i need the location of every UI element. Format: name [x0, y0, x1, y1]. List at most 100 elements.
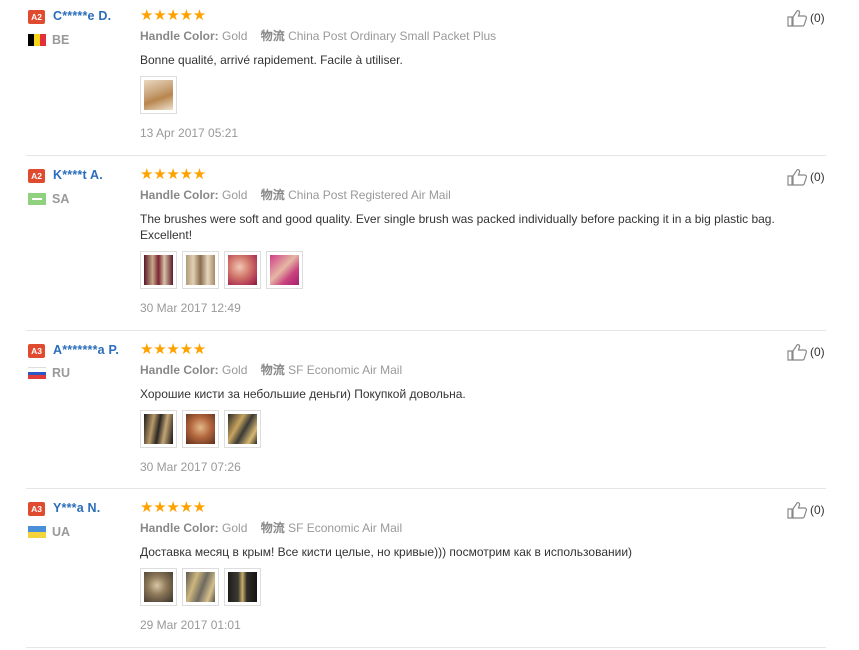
shipping-method: China Post Ordinary Small Packet Plus [288, 29, 497, 43]
review-photo-thumbnail[interactable] [266, 251, 303, 289]
shipping-label: 物流 [260, 363, 285, 377]
review-photos [140, 76, 820, 114]
handle-color-label: Handle Color: [140, 29, 219, 43]
star-icon: ★ [179, 166, 194, 183]
reviewer-info: A3 Y***a N. UA [28, 501, 138, 539]
divider [26, 155, 826, 156]
review-photo-thumbnail[interactable] [140, 568, 177, 606]
star-icon: ★ [179, 7, 194, 24]
star-icon: ★ [153, 166, 167, 183]
country-code: SA [52, 192, 70, 206]
flag-ru-icon [28, 367, 46, 379]
star-icon: ★ [153, 341, 167, 358]
review-photo-thumbnail[interactable] [140, 410, 177, 448]
star-icon: ★ [140, 166, 154, 183]
helpful-button[interactable]: (0) [787, 343, 825, 361]
review-text: Доставка месяц в крым! Все кисти целые, … [140, 545, 633, 559]
star-icon: ★ [140, 7, 154, 24]
star-rating: ★ ★ ★ ★ ★ [140, 499, 820, 516]
helpful-button[interactable]: (0) [787, 168, 825, 186]
level-badge: A2 [28, 169, 45, 183]
star-icon: ★ [192, 7, 207, 24]
reviewer-name[interactable]: K****t A. [53, 168, 103, 183]
review-photo-thumbnail[interactable] [224, 251, 261, 289]
helpful-count: (0) [810, 11, 825, 25]
level-badge: A2 [28, 10, 45, 24]
review-photo-thumbnail[interactable] [140, 76, 177, 114]
star-rating: ★ ★ ★ ★ ★ [140, 166, 820, 183]
shipping-method: SF Economic Air Mail [288, 521, 403, 535]
shipping-label: 物流 [260, 521, 285, 535]
star-icon: ★ [192, 341, 207, 358]
review-date: 30 Mar 2017 07:26 [140, 460, 241, 474]
star-icon: ★ [192, 166, 207, 183]
shipping-method: China Post Registered Air Mail [288, 188, 451, 202]
divider [26, 647, 826, 648]
star-icon: ★ [166, 166, 180, 183]
review-date: 29 Mar 2017 01:01 [140, 618, 241, 632]
review-photo-thumbnail[interactable] [224, 410, 261, 448]
thumbs-up-icon [787, 10, 807, 27]
star-icon: ★ [192, 499, 207, 516]
flag-sa-icon [28, 193, 46, 205]
flag-be-icon [28, 34, 46, 46]
flag-ua-icon [28, 526, 46, 538]
level-badge: A3 [28, 502, 45, 516]
star-icon: ★ [179, 499, 194, 516]
handle-color-label: Handle Color: [140, 363, 219, 377]
review-photo-thumbnail[interactable] [182, 568, 219, 606]
star-rating: ★ ★ ★ ★ ★ [140, 7, 820, 24]
order-info: Handle Color: Gold 物流 SF Economic Air Ma… [140, 363, 820, 378]
thumbs-up-icon [787, 344, 807, 361]
country-code: UA [52, 525, 71, 539]
handle-color-label: Handle Color: [140, 521, 219, 535]
shipping-method: SF Economic Air Mail [288, 363, 403, 377]
order-info: Handle Color: Gold 物流 China Post Registe… [140, 188, 820, 203]
helpful-button[interactable]: (0) [787, 501, 825, 519]
review-photo-thumbnail[interactable] [224, 568, 261, 606]
star-icon: ★ [140, 499, 154, 516]
star-icon: ★ [166, 499, 180, 516]
reviewer-name[interactable]: Y***a N. [53, 501, 100, 516]
star-rating: ★ ★ ★ ★ ★ [140, 341, 820, 358]
reviewer-name[interactable]: A*******a P. [28, 343, 126, 358]
reviewer-name[interactable]: C*****e D. [53, 9, 111, 24]
handle-color-value: Gold [222, 363, 248, 377]
handle-color-value: Gold [222, 29, 248, 43]
thumbs-up-icon [787, 169, 807, 186]
helpful-button[interactable]: (0) [787, 9, 825, 27]
star-icon: ★ [153, 7, 167, 24]
divider [26, 330, 826, 331]
reviewer-info: A3 A*******a P. RU [28, 343, 138, 380]
star-icon: ★ [153, 499, 167, 516]
star-icon: ★ [179, 341, 194, 358]
star-icon: ★ [166, 341, 180, 358]
reviewer-info: A2 C*****e D. BE [28, 9, 138, 47]
order-info: Handle Color: Gold 物流 SF Economic Air Ma… [140, 521, 820, 536]
country-code: RU [52, 366, 71, 380]
review-photo-thumbnail[interactable] [182, 251, 219, 289]
review-photos [140, 568, 820, 606]
review-content: ★ ★ ★ ★ ★ Handle Color: Gold 物流 China Post R… [140, 166, 820, 316]
review-photo-thumbnail[interactable] [182, 410, 219, 448]
reviewer-info: A2 K****t A. SA [28, 168, 138, 206]
helpful-count: (0) [810, 345, 825, 359]
country-code: BE [52, 33, 70, 47]
review-content: ★ ★ ★ ★ ★ Handle Color: Gold 物流 SF Economic … [140, 341, 820, 475]
helpful-count: (0) [810, 503, 825, 517]
handle-color-value: Gold [222, 188, 248, 202]
handle-color-value: Gold [222, 521, 248, 535]
helpful-count: (0) [810, 170, 825, 184]
review-text: Bonne qualité, arrivé rapidement. Facile… [140, 53, 403, 67]
review-photo-thumbnail[interactable] [140, 251, 177, 289]
review-text: Хорошие кисти за небольшие деньги) Покуп… [140, 387, 466, 401]
review-content: ★ ★ ★ ★ ★ Handle Color: Gold 物流 China Post O… [140, 7, 820, 141]
review-text: The brushes were soft and good quality. … [140, 212, 775, 242]
review-content: ★ ★ ★ ★ ★ Handle Color: Gold 物流 SF Economic … [140, 499, 820, 633]
star-icon: ★ [166, 7, 180, 24]
review-date: 13 Apr 2017 05:21 [140, 126, 239, 140]
divider [26, 488, 826, 489]
review-photos [140, 410, 820, 448]
handle-color-label: Handle Color: [140, 188, 219, 202]
shipping-label: 物流 [260, 188, 285, 202]
